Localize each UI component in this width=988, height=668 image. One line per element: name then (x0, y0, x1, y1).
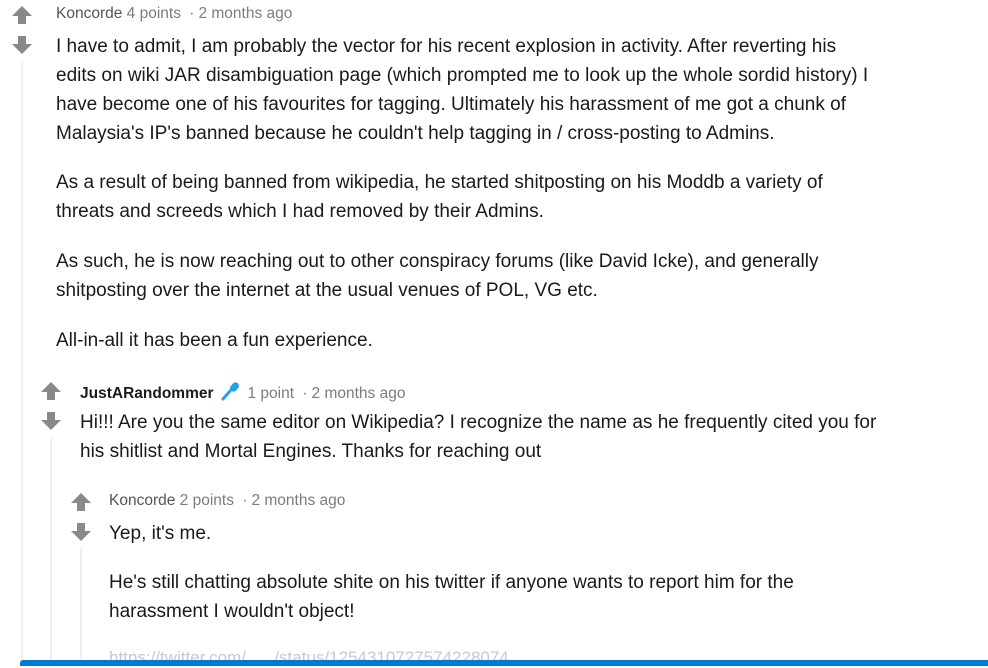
thread-line[interactable] (50, 438, 52, 660)
comment-line: All-in-all it has been a fun experience. (56, 330, 373, 351)
comment-line: Malaysia's IP's banned because he couldn… (56, 123, 775, 144)
comment-line: have become one of his favourites for ta… (56, 94, 846, 115)
comment-time[interactable]: 2 months ago (251, 492, 345, 509)
comment-line: threats and screeds which I had removed … (56, 201, 544, 222)
comment-line: edits on wiki JAR disambiguation page (w… (56, 65, 869, 86)
comment-line: As such, he is now reaching out to other… (56, 251, 819, 272)
downvote-button[interactable] (10, 35, 34, 55)
upvote-button[interactable] (10, 5, 34, 25)
comment-line: I have to admit, I am probably the vecto… (56, 36, 837, 57)
comment-author[interactable]: Koncorde (56, 5, 122, 22)
meta-separator: · (302, 385, 308, 402)
comment-time[interactable]: 2 months ago (312, 385, 406, 402)
comment-time[interactable]: 2 months ago (198, 5, 292, 22)
comment-line: As a result of being banned from wikiped… (56, 172, 823, 193)
comment-line: shitposting over the internet at the usu… (56, 280, 598, 301)
comment-line: Hi!!! Are you the same editor on Wikiped… (80, 412, 877, 433)
downvote-button[interactable] (69, 522, 93, 542)
comment-points: 2 points (179, 492, 234, 509)
upvote-button[interactable] (69, 492, 93, 512)
upvote-icon (71, 493, 91, 511)
downvote-button[interactable] (39, 411, 63, 431)
upvote-icon (41, 382, 61, 400)
comment-meta: JustARandommer 1 point · 2 months ago (80, 381, 405, 406)
comment-line: his shitlist and Mortal Engines. Thanks … (80, 441, 542, 462)
upvote-button[interactable] (39, 381, 63, 401)
comment-points: 1 point (247, 385, 295, 402)
downvote-icon (12, 36, 32, 54)
comment-points: 4 points (126, 5, 181, 22)
upvote-icon (12, 6, 32, 24)
comment-line: harassment I wouldn't object! (109, 601, 355, 622)
downvote-icon (71, 523, 91, 541)
meta-separator: · (242, 492, 248, 509)
comment-author[interactable]: JustARandommer (80, 385, 214, 402)
downvote-icon (41, 412, 61, 430)
comment-author[interactable]: Koncorde (109, 492, 175, 509)
thread-line[interactable] (21, 62, 23, 660)
bottom-bar (20, 660, 988, 666)
meta-separator: · (189, 5, 195, 22)
comment-line: He's still chatting absolute shite on hi… (109, 572, 794, 593)
thread-line[interactable] (80, 548, 82, 660)
comment-line: Yep, it's me. (109, 523, 212, 544)
microphone-icon (220, 381, 242, 406)
comment-meta: Koncorde 4 points · 2 months ago (56, 5, 292, 23)
comment-meta: Koncorde 2 points · 2 months ago (109, 492, 345, 510)
